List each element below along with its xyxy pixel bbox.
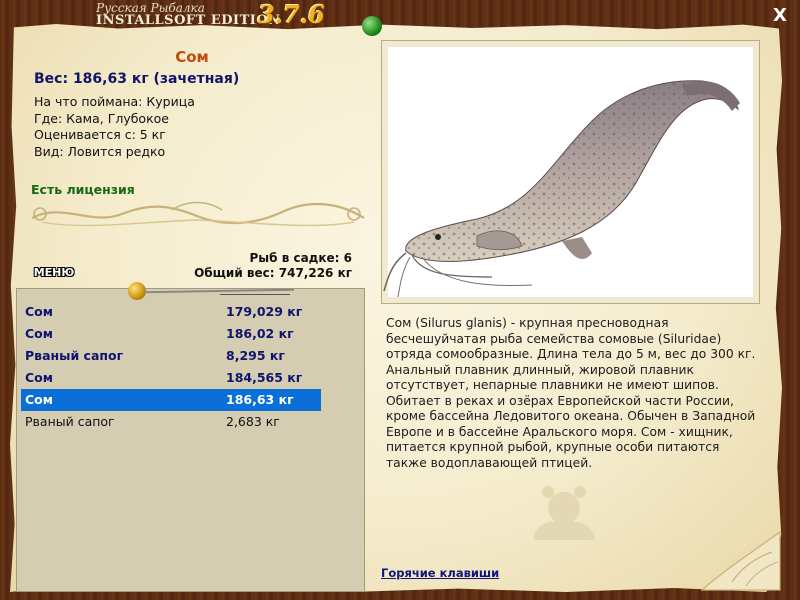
- page-curl-icon: [700, 530, 781, 591]
- total-weight: Общий вес: 747,226 кг: [194, 266, 352, 280]
- close-button[interactable]: X: [770, 6, 790, 26]
- catch-name: Сом: [25, 392, 53, 407]
- catch-row-selected[interactable]: Сом 186,63 кг: [21, 389, 321, 411]
- watermark-icon: [533, 486, 595, 540]
- hotkeys-link[interactable]: Горячие клавиши: [381, 566, 499, 580]
- fish-name: Сом: [175, 48, 209, 66]
- catch-name: Сом: [25, 304, 53, 319]
- catch-row[interactable]: Сом 179,029 кг: [21, 301, 321, 323]
- catch-name: Рваный сапог: [25, 348, 124, 363]
- catfish-image: [383, 80, 740, 298]
- fish-count: Рыб в садке: 6: [249, 251, 353, 265]
- catch-weight: 2,683 кг: [226, 414, 280, 429]
- catch-row[interactable]: Сом 186,02 кг: [21, 323, 321, 345]
- app-logo: Русская Рыбалка INSTALLSOFT EDITION 3.7.…: [96, 0, 325, 29]
- catch-weight: 186,02 кг: [226, 326, 294, 341]
- menu-button[interactable]: МЕНЮ: [30, 265, 78, 281]
- bait-line: На что поймана: Курица: [34, 94, 195, 109]
- catch-weight: 186,63 кг: [226, 392, 294, 407]
- green-pin-icon: [362, 16, 382, 36]
- fish-info: На что поймана: Курица Где: Кама, Глубок…: [34, 94, 195, 160]
- catch-row[interactable]: Сом 184,565 кг: [21, 367, 321, 389]
- catch-weight: 8,295 кг: [226, 348, 285, 363]
- ornament-divider: [31, 201, 365, 227]
- fish-description: Сом (Silurus glanis) - крупная пресновод…: [386, 316, 756, 470]
- catch-name: Сом: [25, 326, 53, 341]
- license-status: Есть лицензия: [31, 182, 135, 197]
- catch-weight: 184,565 кг: [226, 370, 303, 385]
- scored-line: Оценивается с: 5 кг: [34, 127, 166, 142]
- needle-shadow: [220, 294, 290, 295]
- fish-weight: Вес: 186,63 кг (зачетная): [34, 71, 240, 87]
- kind-line: Вид: Ловится редко: [34, 143, 166, 159]
- catch-name: Сом: [25, 370, 53, 385]
- catch-weight: 179,029 кг: [226, 304, 303, 319]
- keepnet-stats: Рыб в садке: 6 Общий вес: 747,226 кг: [194, 251, 352, 281]
- fish-image-frame: [381, 40, 760, 304]
- location-line: Где: Кама, Глубокое: [34, 110, 169, 126]
- catch-row[interactable]: Рваный сапог 8,295 кг: [21, 345, 321, 367]
- catch-name: Рваный сапог: [25, 414, 115, 429]
- version-number: 3.7.6: [258, 0, 325, 29]
- catch-list: Сом 179,029 кг Сом 186,02 кг Рваный сапог 8,2…: [16, 288, 365, 592]
- catch-row[interactable]: Рваный сапог 2,683 кг: [21, 411, 321, 433]
